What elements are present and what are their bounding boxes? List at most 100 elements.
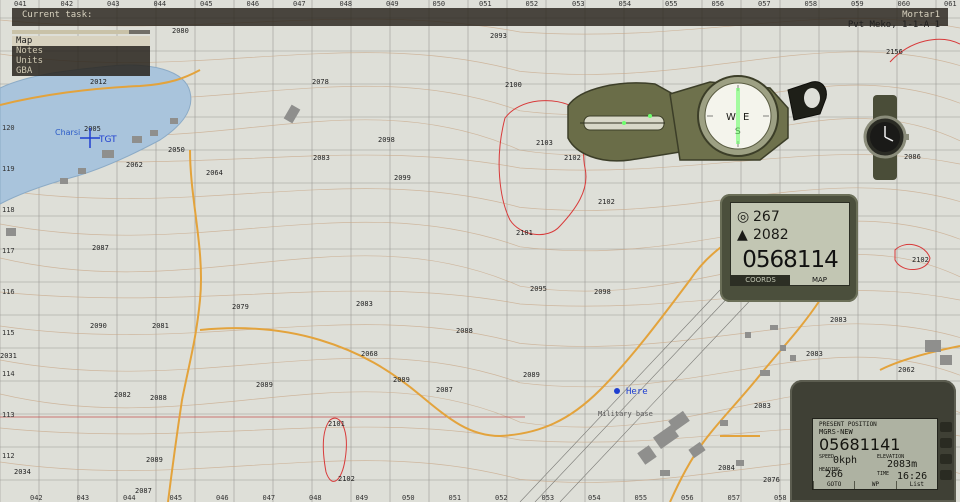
dagr-wp-button[interactable]: WP bbox=[854, 481, 895, 489]
menu-item-gba[interactable]: GBA bbox=[12, 66, 150, 76]
gps-tab-map[interactable]: MAP bbox=[790, 275, 849, 285]
elevation-label: 2050 bbox=[168, 146, 185, 154]
here-marker[interactable] bbox=[614, 388, 620, 394]
current-task-label: Current task: bbox=[22, 10, 93, 20]
grid-label-bottom: 055 bbox=[635, 494, 648, 502]
dagr-side-button[interactable] bbox=[940, 438, 952, 448]
elevation-label: 2088 bbox=[150, 394, 167, 402]
elevation-label: 2102 bbox=[338, 475, 355, 483]
grid-label-bottom: 051 bbox=[449, 494, 462, 502]
elevation-label: 2005 bbox=[84, 125, 101, 133]
progress-fill bbox=[12, 30, 130, 34]
gps-tab-coords[interactable]: COORDS bbox=[731, 275, 790, 285]
grid-label-bottom: 047 bbox=[263, 494, 276, 502]
grid-label-top: 052 bbox=[526, 0, 539, 8]
dagr-side-button[interactable] bbox=[940, 470, 952, 480]
elevation-label: 2064 bbox=[206, 169, 223, 177]
grid-label-top: 059 bbox=[851, 0, 864, 8]
grid-label-bottom: 054 bbox=[588, 494, 601, 502]
grid-label-top: 049 bbox=[386, 0, 399, 8]
elevation-label: 2083 bbox=[356, 300, 373, 308]
grid-label-top: 060 bbox=[898, 0, 911, 8]
gps-tabs: COORDS MAP bbox=[731, 275, 849, 285]
dagr-goto-button[interactable]: GOTO bbox=[813, 481, 854, 489]
dagr-time-label: TIME bbox=[877, 471, 890, 477]
elevation-label: 2102 bbox=[598, 198, 615, 206]
gps-coordinates: 0568114 bbox=[742, 247, 838, 273]
grid-label-top: 046 bbox=[247, 0, 260, 8]
elevation-label: 2080 bbox=[172, 27, 189, 35]
grid-label-bottom: 046 bbox=[216, 494, 229, 502]
dagr-list-button[interactable]: List bbox=[895, 481, 937, 489]
elevation-label: 2084 bbox=[718, 464, 735, 472]
grid-label-top: 044 bbox=[154, 0, 167, 8]
dagr-header: PRESENT POSITION bbox=[819, 421, 877, 428]
grid-label-bottom: 045 bbox=[170, 494, 183, 502]
grid-label-bottom: 048 bbox=[309, 494, 322, 502]
grid-label-bottom: 043 bbox=[77, 494, 90, 502]
grid-label-top: 045 bbox=[200, 0, 213, 8]
grid-label-top: 056 bbox=[712, 0, 725, 8]
dagr-speed: 0kph bbox=[833, 455, 858, 466]
elevation-label: 2099 bbox=[394, 174, 411, 182]
grid-label-top: 048 bbox=[340, 0, 353, 8]
elevation-label: 2093 bbox=[490, 32, 507, 40]
elevation-label: 2156 bbox=[886, 48, 903, 56]
dagr-coordinates: 05681141 bbox=[819, 435, 901, 454]
grid-label-top: 050 bbox=[433, 0, 446, 8]
dagr-screen: PRESENT POSITION MGRS-NEW 05681141 SPEED… bbox=[812, 418, 938, 490]
grid-label-bottom: 049 bbox=[356, 494, 369, 502]
grid-label-top: 058 bbox=[805, 0, 818, 8]
menu-item-units[interactable]: Units bbox=[12, 56, 150, 66]
elevation-label: 2062 bbox=[126, 161, 143, 169]
grid-label-bottom: 052 bbox=[495, 494, 508, 502]
elevation-label: 2089 bbox=[146, 456, 163, 464]
grid-label-top: 041 bbox=[14, 0, 27, 8]
grid-label-left: 120 bbox=[2, 124, 15, 132]
elevation-label: 2089 bbox=[523, 371, 540, 379]
grid-label-top: 061 bbox=[944, 0, 957, 8]
player-unit: Pvt Meko, 1-1-A 1 bbox=[847, 20, 940, 30]
grid-label-top: 047 bbox=[293, 0, 306, 8]
dagr-side-button[interactable] bbox=[940, 454, 952, 464]
gps-heading: 267 bbox=[753, 209, 780, 225]
menu-item-notes[interactable]: Notes bbox=[12, 46, 150, 56]
dagr-softkeys: GOTO WP List bbox=[813, 481, 937, 489]
grid-label-bottom: 057 bbox=[728, 494, 741, 502]
elevation-label: 2101 bbox=[516, 229, 533, 237]
grid-label-left: 114 bbox=[2, 370, 15, 378]
elevation-label: 2095 bbox=[530, 285, 547, 293]
elevation-label: 2082 bbox=[114, 391, 131, 399]
elevation-label: 2076 bbox=[763, 476, 780, 484]
grid-label-left: 118 bbox=[2, 206, 15, 214]
elevation-label: 2012 bbox=[90, 78, 107, 86]
dagr-device[interactable]: PRESENT POSITION MGRS-NEW 05681141 SPEED… bbox=[790, 380, 956, 502]
grid-label-left: 115 bbox=[2, 329, 15, 337]
grid-label-bottom: 044 bbox=[123, 494, 136, 502]
menu-item-map[interactable]: Map bbox=[12, 36, 150, 46]
elevation-label: 2034 bbox=[14, 468, 31, 476]
elevation-label: 2089 bbox=[393, 376, 410, 384]
player-role: Mortar1 bbox=[902, 10, 940, 20]
elevation-label: 2083 bbox=[313, 154, 330, 162]
compass-small-icon: ◎ bbox=[737, 209, 750, 225]
grid-label-bottom: 058 bbox=[774, 494, 787, 502]
watch-icon[interactable] bbox=[855, 95, 915, 180]
gps-device[interactable]: ◎ 267 ▲ 2082 0568114 COORDS MAP bbox=[720, 194, 858, 302]
elevation-label: 2101 bbox=[328, 420, 345, 428]
dagr-speed-label: SPEED bbox=[819, 454, 835, 460]
dagr-elevation: 2083m bbox=[887, 459, 918, 470]
elevation-label: 2090 bbox=[90, 322, 107, 330]
grid-label-left: 117 bbox=[2, 247, 15, 255]
compass-icon[interactable]: W E S bbox=[560, 68, 830, 168]
gps-elevation: 2082 bbox=[753, 227, 789, 243]
town-label: Charsi bbox=[55, 128, 80, 137]
elevation-label: 2102 bbox=[912, 256, 929, 264]
elevation-label: 2079 bbox=[232, 303, 249, 311]
elevation-label: 2087 bbox=[135, 487, 152, 495]
target-label: TGT bbox=[98, 135, 117, 145]
grid-label-left: 113 bbox=[2, 411, 15, 419]
dagr-side-button[interactable] bbox=[940, 422, 952, 432]
grid-label-bottom: 042 bbox=[30, 494, 43, 502]
here-label: Here bbox=[626, 387, 648, 397]
